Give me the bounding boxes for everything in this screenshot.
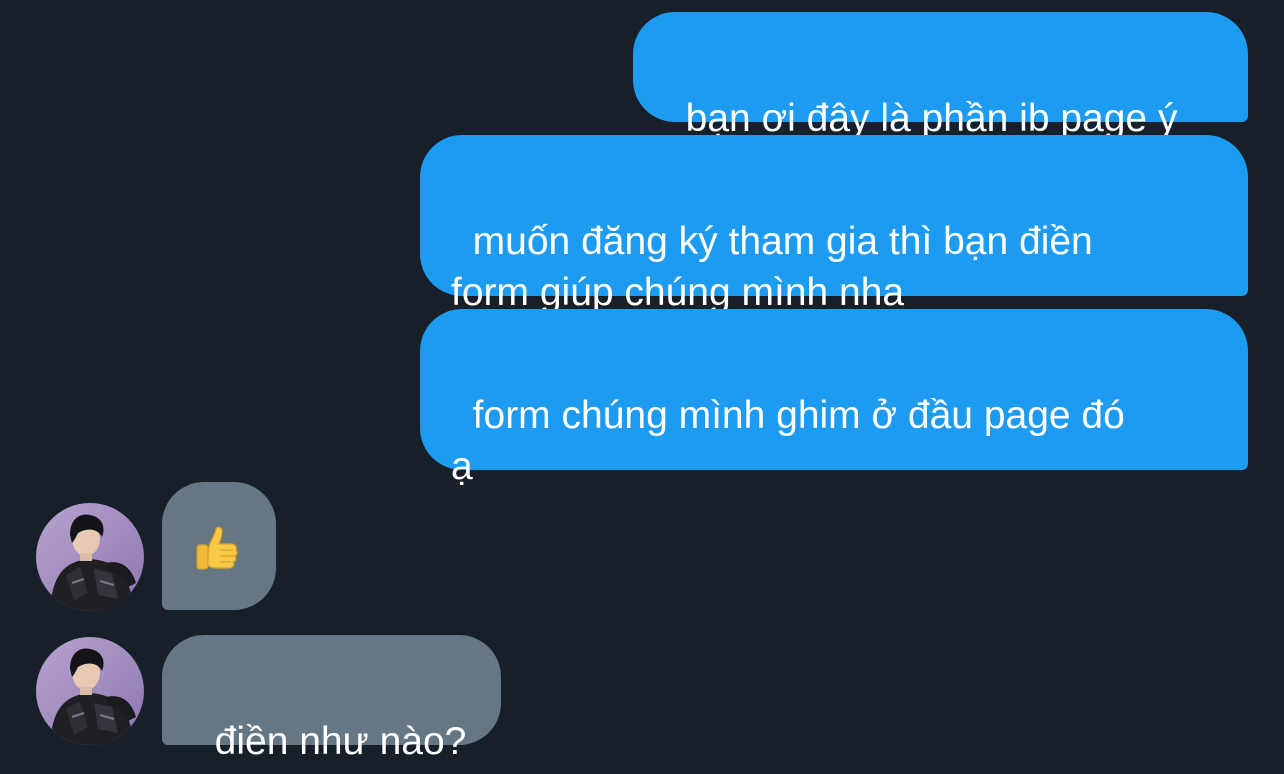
sender-avatar[interactable] xyxy=(36,637,144,745)
avatar-image xyxy=(36,503,144,611)
sent-message-bubble[interactable]: muốn đăng ký tham gia thì bạn điền form … xyxy=(420,135,1248,314)
sent-message-bubble[interactable]: form chúng mình ghim ở đầu page đó ạ xyxy=(420,309,1248,488)
message-text: muốn đăng ký tham gia thì bạn điền form … xyxy=(451,220,1093,314)
sent-message-bubble[interactable]: bạn ơi đây là phần ib page ý xyxy=(633,12,1248,140)
avatar-image xyxy=(36,637,144,745)
message-text: form chúng mình ghim ở đầu page đó ạ xyxy=(451,394,1125,488)
thumbs-up-icon xyxy=(196,526,238,570)
sender-avatar[interactable] xyxy=(36,503,144,611)
message-text: bạn ơi đây là phần ib page ý xyxy=(685,97,1178,140)
received-message-bubble[interactable] xyxy=(162,482,276,610)
message-text: điền như nào? xyxy=(214,720,467,763)
received-message-bubble[interactable]: điền như nào? xyxy=(162,635,501,763)
